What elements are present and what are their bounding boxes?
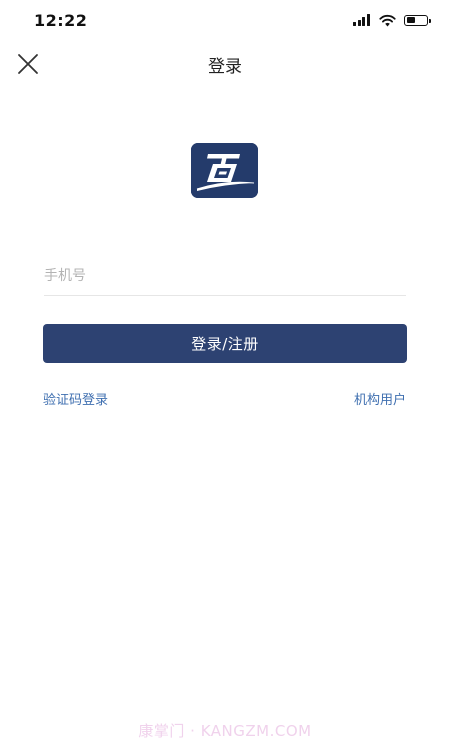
watermark: 康掌门 · KANGZM.COM xyxy=(138,722,312,740)
battery-icon xyxy=(404,14,431,26)
phone-number-input[interactable] xyxy=(44,256,406,296)
app-logo-icon xyxy=(191,143,258,198)
status-time: 12:22 xyxy=(34,11,88,30)
nav-bar: 登录 xyxy=(0,40,450,86)
page-title: 登录 xyxy=(208,57,242,77)
login-register-button[interactable]: 登录/注册 xyxy=(43,324,407,363)
sms-code-login-link[interactable]: 验证码登录 xyxy=(43,389,108,408)
battery-level xyxy=(406,17,415,23)
login-screen: 12:22 登录 手机号 登录/注册 验证码登录 机构用户 康掌门 · KANG… xyxy=(0,0,450,750)
status-icons xyxy=(353,12,431,28)
cellular-signal-icon xyxy=(353,14,371,26)
status-bar: 12:22 xyxy=(0,0,450,40)
wifi-icon xyxy=(379,14,396,26)
app-logo xyxy=(191,143,258,198)
organization-user-link[interactable]: 机构用户 xyxy=(354,389,406,408)
